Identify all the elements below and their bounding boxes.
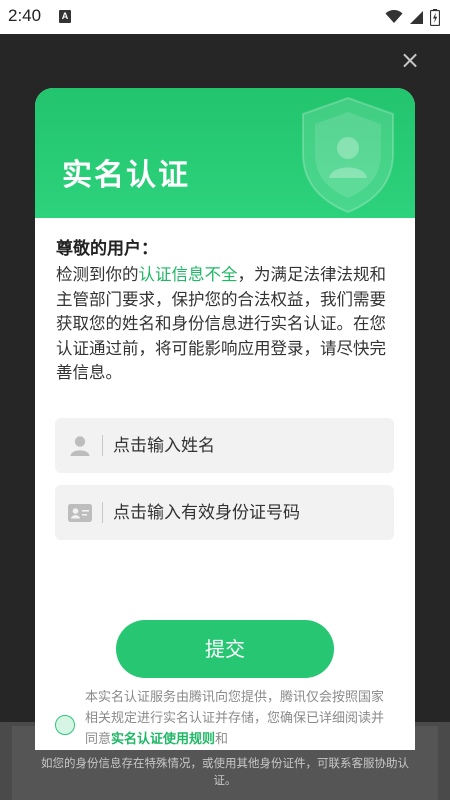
field-divider [102,502,103,523]
name-input[interactable] [113,418,383,473]
name-field[interactable] [55,418,394,473]
person-icon [70,436,90,456]
wifi-icon [385,10,403,23]
shield-user-icon [302,96,394,214]
greeting-text: 尊敬的用户： [56,239,158,259]
status-bar: 2:40 A [0,0,450,34]
notification-badge-icon: A [59,10,71,23]
id-number-field[interactable] [55,485,394,540]
submit-button[interactable]: 提交 [116,620,334,678]
notice-highlight: 认证信息不全 [138,265,238,284]
dialog-title: 实名认证 [62,158,190,193]
id-number-input[interactable] [113,485,383,540]
agreement-text: 本实名认证服务由腾讯向您提供，腾讯仅会按照国家相关规定进行实名认证并存储，您确保… [85,687,395,750]
agreement-checkbox[interactable] [55,715,75,735]
dialog-header: 实名认证 [35,88,415,218]
agreement-text-after: 和 [215,732,229,747]
status-time: 2:40 [8,6,42,25]
id-card-icon [68,504,92,522]
notice-part-1: 检测到你的 [56,265,139,284]
verification-dialog: 实名认证 尊敬的用户： 检测到你的认证信息不全，为满足法律法规和主管部门要求，保… [35,88,415,750]
usage-rules-link[interactable]: 实名认证使用规则 [111,732,215,747]
close-button[interactable]: × [398,48,422,72]
signal-icon [410,10,423,24]
status-icons [385,7,440,27]
field-divider [102,435,103,456]
notice-text: 检测到你的认证信息不全，为满足法律法规和主管部门要求，保护您的合法权益，我们需要… [56,263,401,386]
battery-icon [430,8,440,26]
footer-note: 如您的身份信息存在特殊情况，或使用其他身份证件，可联系客服协助认证。 [41,756,409,787]
